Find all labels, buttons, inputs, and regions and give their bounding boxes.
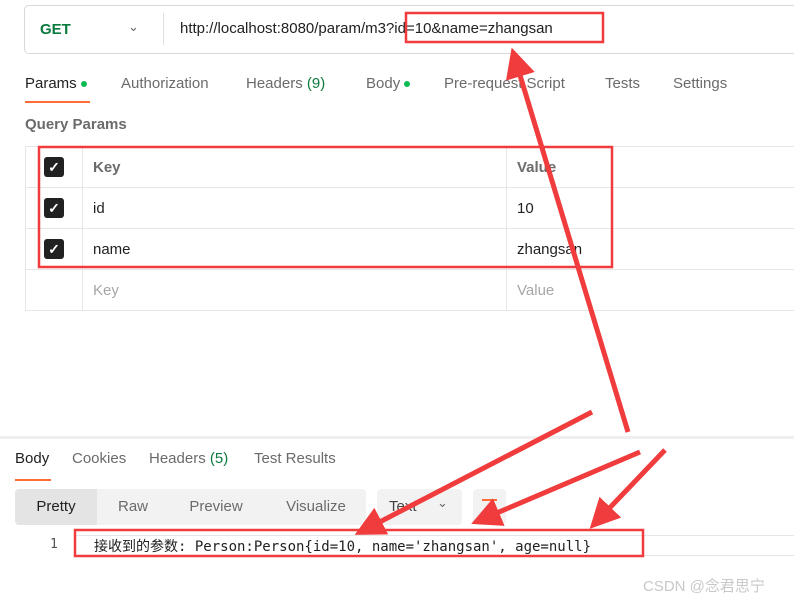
annotation-box-response (73, 528, 645, 558)
annotation-box-params (37, 145, 614, 269)
annotation-arrow (354, 409, 594, 535)
annotation-arrow (589, 448, 667, 529)
annotation-arrow (471, 449, 641, 526)
annotation-box-url (404, 11, 605, 44)
annotation-overlay (37, 11, 667, 558)
